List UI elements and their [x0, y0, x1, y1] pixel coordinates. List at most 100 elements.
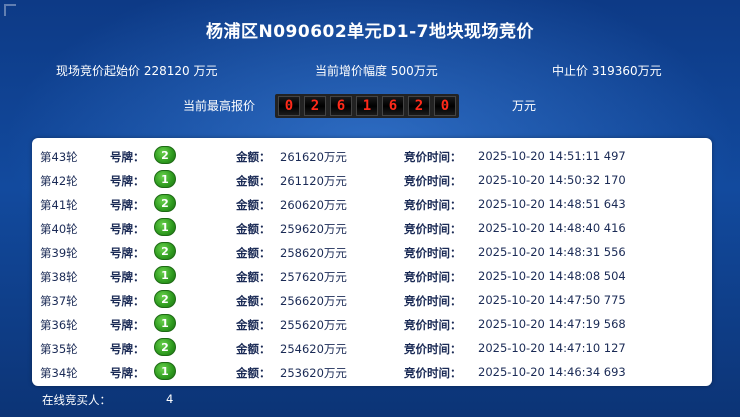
bid-time: 2025-10-20 14:47:10 127 — [478, 341, 626, 355]
bid-row: 第40轮 号牌： 1 金额： 259620万元 竞价时间： 2025-10-20… — [32, 216, 712, 240]
plate-label: 号牌： — [110, 150, 145, 164]
plate-number-badge: 2 — [154, 146, 176, 164]
bid-round: 第38轮 — [40, 270, 78, 284]
amount-label: 金额： — [236, 366, 271, 380]
bid-round: 第39轮 — [40, 246, 78, 260]
auction-info-row: 现场竞价起始价 228120 万元 当前增价幅度 500万元 中止价 31936… — [0, 62, 740, 80]
plate-number-badge: 2 — [154, 194, 176, 212]
bid-amount: 259620万元 — [280, 222, 347, 236]
plate-label: 号牌： — [110, 198, 145, 212]
time-label: 竞价时间： — [404, 150, 462, 164]
bid-row: 第41轮 号牌： 2 金额： 260620万元 竞价时间： 2025-10-20… — [32, 192, 712, 216]
highest-bid-digit: 2 — [408, 96, 430, 116]
bid-time: 2025-10-20 14:51:11 497 — [478, 149, 626, 163]
bid-amount: 261120万元 — [280, 174, 347, 188]
amount-label: 金额： — [236, 294, 271, 308]
bid-round: 第35轮 — [40, 342, 78, 356]
amount-label: 金额： — [236, 222, 271, 236]
auction-screen: 杨浦区N090602单元D1-7地块现场竞价 现场竞价起始价 228120 万元… — [0, 0, 740, 417]
bid-time: 2025-10-20 14:46:34 693 — [478, 365, 626, 379]
plate-number-badge: 1 — [154, 218, 176, 236]
bid-time: 2025-10-20 14:48:40 416 — [478, 221, 626, 235]
bid-round: 第36轮 — [40, 318, 78, 332]
time-label: 竞价时间： — [404, 342, 462, 356]
bid-round: 第43轮 — [40, 150, 78, 164]
plate-number-badge: 2 — [154, 290, 176, 308]
bid-amount: 253620万元 — [280, 366, 347, 380]
highest-bid-digit: 6 — [330, 96, 352, 116]
plate-number-badge: 1 — [154, 170, 176, 188]
plate-label: 号牌： — [110, 174, 145, 188]
bid-round: 第40轮 — [40, 222, 78, 236]
plate-number-badge: 2 — [154, 338, 176, 356]
highest-bid-digit: 0 — [434, 96, 456, 116]
plate-label: 号牌： — [110, 294, 145, 308]
bid-round: 第41轮 — [40, 198, 78, 212]
online-bidders-count: 4 — [166, 392, 174, 406]
start-price-text: 现场竞价起始价 228120 万元 — [56, 64, 218, 78]
highest-bid-row: 当前最高报价 0 2 6 1 6 2 0 万元 — [0, 94, 740, 118]
plate-label: 号牌： — [110, 366, 145, 380]
highest-bid-unit: 万元 — [512, 99, 537, 113]
time-label: 竞价时间： — [404, 222, 462, 236]
amount-label: 金额： — [236, 174, 271, 188]
bid-time: 2025-10-20 14:50:32 170 — [478, 173, 626, 187]
highest-bid-digit: 1 — [356, 96, 378, 116]
time-label: 竞价时间： — [404, 318, 462, 332]
plate-number-badge: 1 — [154, 314, 176, 332]
bid-amount: 260620万元 — [280, 198, 347, 212]
time-label: 竞价时间： — [404, 294, 462, 308]
time-label: 竞价时间： — [404, 174, 462, 188]
amount-label: 金额： — [236, 150, 271, 164]
bid-round: 第37轮 — [40, 294, 78, 308]
time-label: 竞价时间： — [404, 366, 462, 380]
bid-row: 第42轮 号牌： 1 金额： 261120万元 竞价时间： 2025-10-20… — [32, 168, 712, 192]
plate-number-badge: 1 — [154, 266, 176, 284]
bid-round: 第42轮 — [40, 174, 78, 188]
highest-bid-digit: 6 — [382, 96, 404, 116]
highest-bid-display: 0 2 6 1 6 2 0 — [275, 94, 459, 118]
highest-bid-digit: 2 — [304, 96, 326, 116]
plate-label: 号牌： — [110, 246, 145, 260]
bid-row: 第38轮 号牌： 1 金额： 257620万元 竞价时间： 2025-10-20… — [32, 264, 712, 288]
bid-row: 第39轮 号牌： 2 金额： 258620万元 竞价时间： 2025-10-20… — [32, 240, 712, 264]
plate-number-badge: 1 — [154, 362, 176, 380]
bid-amount: 254620万元 — [280, 342, 347, 356]
bid-time: 2025-10-20 14:48:51 643 — [478, 197, 626, 211]
bid-history-panel: 第43轮 号牌： 2 金额： 261620万元 竞价时间： 2025-10-20… — [32, 138, 712, 386]
highest-bid-label: 当前最高报价 — [183, 99, 256, 113]
bid-time: 2025-10-20 14:48:31 556 — [478, 245, 626, 259]
bid-row: 第43轮 号牌： 2 金额： 261620万元 竞价时间： 2025-10-20… — [32, 144, 712, 168]
bid-amount: 258620万元 — [280, 246, 347, 260]
bid-time: 2025-10-20 14:47:50 775 — [478, 293, 626, 307]
bid-row: 第37轮 号牌： 2 金额： 256620万元 竞价时间： 2025-10-20… — [32, 288, 712, 312]
time-label: 竞价时间： — [404, 270, 462, 284]
page-title: 杨浦区N090602单元D1-7地块现场竞价 — [205, 22, 535, 42]
highest-bid-digit: 0 — [278, 96, 300, 116]
bid-row: 第35轮 号牌： 2 金额： 254620万元 竞价时间： 2025-10-20… — [32, 336, 712, 360]
bid-amount: 257620万元 — [280, 270, 347, 284]
amount-label: 金额： — [236, 342, 271, 356]
online-bidders-label: 在线竞买人： — [42, 393, 111, 407]
bid-row: 第34轮 号牌： 1 金额： 253620万元 竞价时间： 2025-10-20… — [32, 360, 712, 384]
plate-label: 号牌： — [110, 318, 145, 332]
plate-label: 号牌： — [110, 342, 145, 356]
amount-label: 金额： — [236, 318, 271, 332]
increment-text: 当前增价幅度 500万元 — [315, 64, 438, 78]
bid-amount: 261620万元 — [280, 150, 347, 164]
amount-label: 金额： — [236, 270, 271, 284]
plate-label: 号牌： — [110, 270, 145, 284]
time-label: 竞价时间： — [404, 246, 462, 260]
bid-time: 2025-10-20 14:47:19 568 — [478, 317, 626, 331]
plate-number-badge: 2 — [154, 242, 176, 260]
stop-price-text: 中止价 319360万元 — [552, 64, 662, 78]
bid-history-list: 第43轮 号牌： 2 金额： 261620万元 竞价时间： 2025-10-20… — [32, 144, 712, 384]
plate-label: 号牌： — [110, 222, 145, 236]
bid-amount: 256620万元 — [280, 294, 347, 308]
bid-amount: 255620万元 — [280, 318, 347, 332]
amount-label: 金额： — [236, 198, 271, 212]
time-label: 竞价时间： — [404, 198, 462, 212]
corner-mark — [4, 4, 16, 16]
bid-round: 第34轮 — [40, 366, 78, 380]
bid-row: 第36轮 号牌： 1 金额： 255620万元 竞价时间： 2025-10-20… — [32, 312, 712, 336]
